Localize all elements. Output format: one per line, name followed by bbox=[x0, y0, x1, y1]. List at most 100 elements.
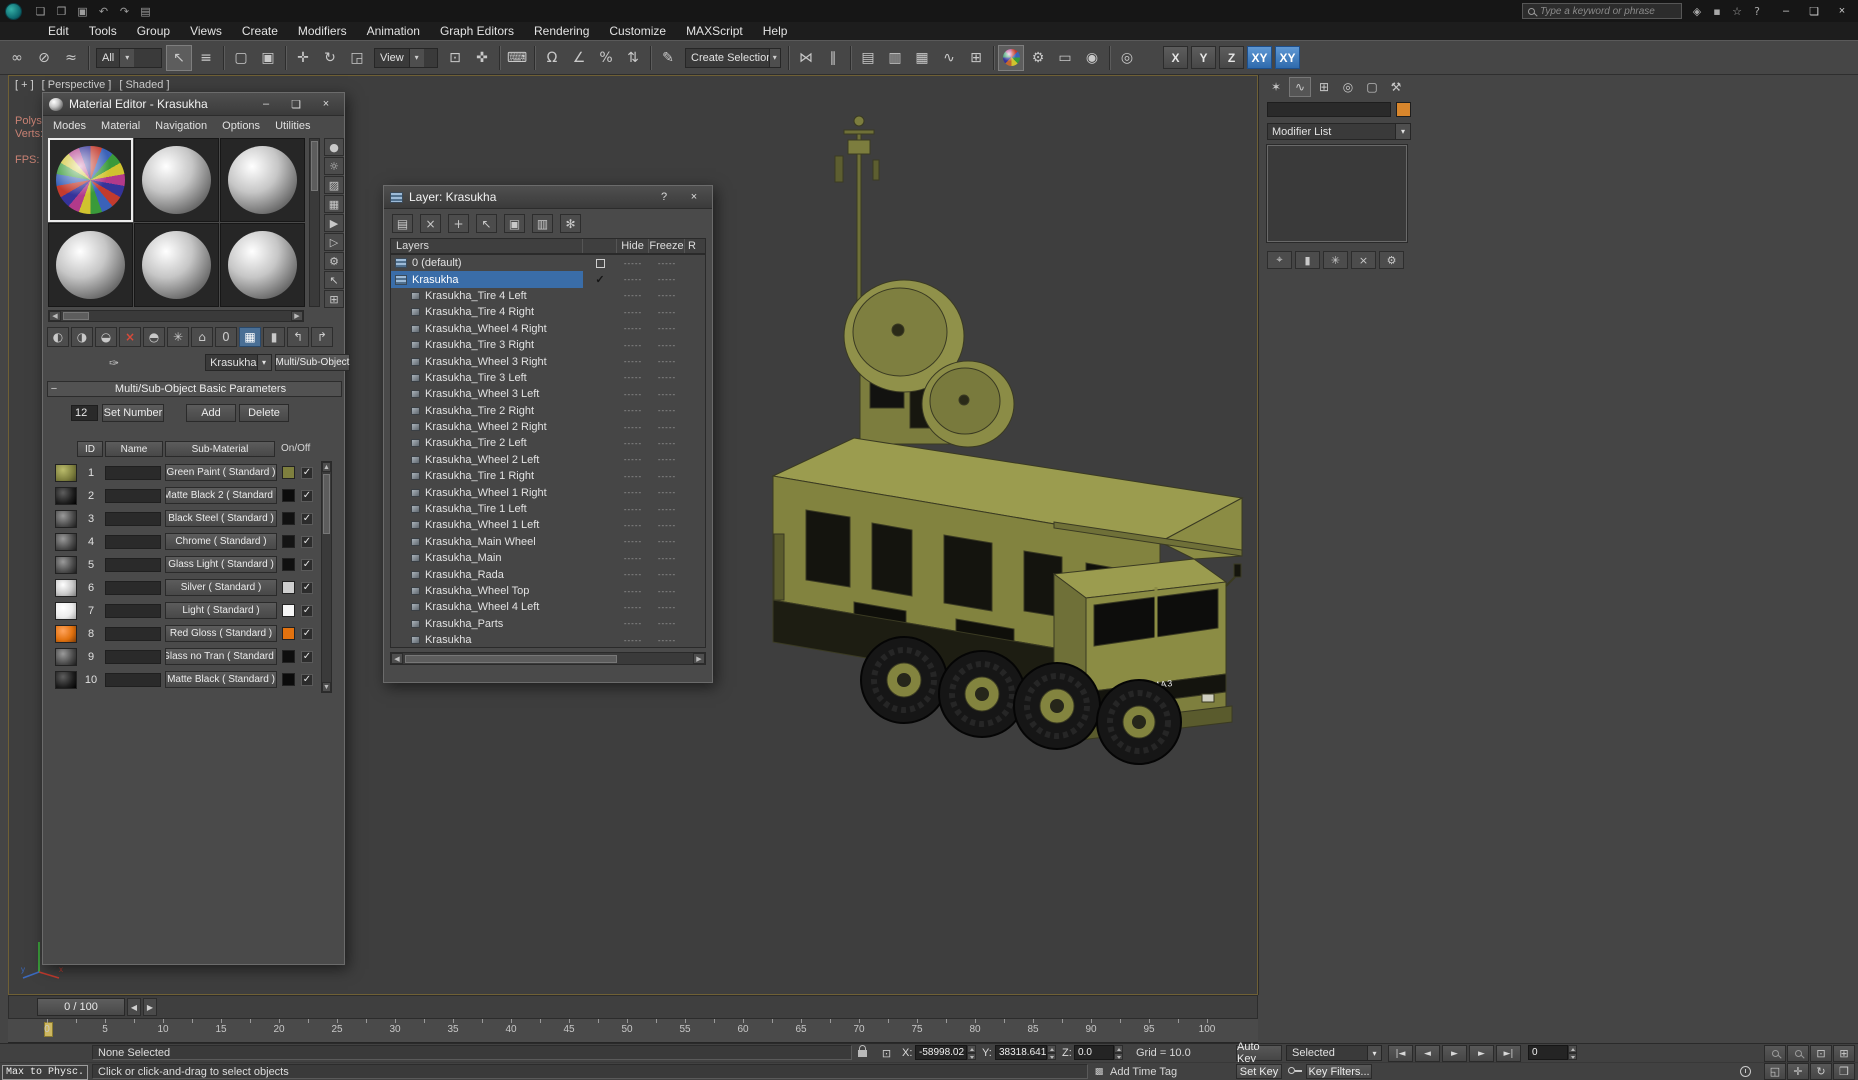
current-layer-indicator[interactable] bbox=[583, 258, 617, 268]
favorites-icon[interactable]: ☆ bbox=[1728, 3, 1746, 19]
close-icon[interactable]: × bbox=[314, 96, 338, 113]
scroll-right-icon[interactable]: ▶ bbox=[693, 653, 705, 664]
communication-center-icon[interactable]: ◈ bbox=[1688, 3, 1706, 19]
sub-material-button[interactable]: Black Steel ( Standard ) bbox=[165, 510, 277, 527]
add-selected-to-layer-icon[interactable]: + bbox=[448, 214, 469, 233]
material-preview-swatch[interactable] bbox=[55, 624, 77, 643]
hide-cell[interactable]: ----- bbox=[617, 423, 649, 432]
rendered-frame-window-icon[interactable]: ▭ bbox=[1052, 45, 1078, 71]
select-object-icon[interactable]: ↖ bbox=[166, 44, 192, 71]
auto-key-button[interactable]: Auto Key bbox=[1236, 1041, 1282, 1065]
layer-dialog-titlebar[interactable]: Layer: Krasukha ? × bbox=[384, 186, 712, 209]
sub-material-name-field[interactable] bbox=[105, 580, 161, 595]
axis-constraint-xy-button[interactable]: XY bbox=[1275, 46, 1300, 69]
layer-list-hscrollbar[interactable]: ◀ ▶ bbox=[390, 652, 706, 665]
open-file-icon[interactable]: ❐ bbox=[52, 3, 71, 20]
layer-row[interactable]: Krasukha_Tire 2 Left ----- ----- bbox=[391, 435, 705, 451]
layer-row-label[interactable]: Krasukha_Main Wheel bbox=[391, 534, 583, 550]
sub-material-enable-checkbox[interactable]: ✓ bbox=[301, 489, 313, 502]
hide-cell[interactable]: ----- bbox=[617, 259, 649, 268]
previous-frame-button[interactable]: ◄ bbox=[1415, 1045, 1440, 1062]
scroll-left-icon[interactable]: ◀ bbox=[49, 311, 61, 321]
show-map-in-viewport-icon[interactable]: ▦ bbox=[239, 327, 261, 347]
layer-row[interactable]: Krasukha ----- ----- bbox=[391, 632, 705, 647]
sub-material-name-field[interactable] bbox=[105, 488, 161, 503]
layer-row-label[interactable]: Krasukha_Tire 2 Left bbox=[391, 435, 583, 451]
sub-material-button[interactable]: Matte Black ( Standard ) bbox=[165, 671, 277, 688]
menu-modifiers[interactable]: Modifiers bbox=[288, 24, 357, 38]
modifier-list-dropdown[interactable]: Modifier List ▾ bbox=[1267, 123, 1411, 140]
hide-cell[interactable]: ----- bbox=[617, 587, 649, 596]
zoom-extents-all-icon[interactable]: ⊞ bbox=[1833, 1045, 1855, 1062]
tab-utilities[interactable]: ⚒ bbox=[1385, 77, 1407, 97]
scroll-thumb[interactable] bbox=[405, 654, 617, 663]
sub-material-color-swatch[interactable] bbox=[282, 466, 295, 479]
hide-cell[interactable]: ----- bbox=[617, 308, 649, 317]
sub-material-button[interactable]: Green Paint ( Standard ) bbox=[165, 464, 277, 481]
make-preview-icon[interactable]: ▷ bbox=[324, 233, 344, 251]
material-preview-swatch[interactable] bbox=[55, 647, 77, 666]
freeze-cell[interactable]: ----- bbox=[649, 603, 685, 612]
me-menu-material[interactable]: Material bbox=[101, 120, 140, 132]
menu-help[interactable]: Help bbox=[753, 24, 798, 38]
freeze-cell[interactable]: ----- bbox=[649, 472, 685, 481]
hide-cell[interactable]: ----- bbox=[617, 488, 649, 497]
material-slot[interactable] bbox=[220, 138, 305, 222]
angle-snap-icon[interactable]: ∠ bbox=[566, 45, 592, 71]
set-key-button[interactable]: Set Key bbox=[1236, 1064, 1282, 1079]
material-preview-swatch[interactable] bbox=[55, 532, 77, 551]
add-time-tag[interactable]: Add Time Tag bbox=[1110, 1066, 1177, 1078]
set-number-button[interactable]: Set Number bbox=[102, 404, 164, 422]
backlight-icon[interactable]: ☼ bbox=[324, 157, 344, 175]
maximize-button[interactable]: ❏ bbox=[1800, 2, 1828, 20]
sub-material-button[interactable]: Glass Light ( Standard ) bbox=[165, 556, 277, 573]
material-slot[interactable] bbox=[134, 223, 219, 307]
pick-material-from-object-icon[interactable]: ✑ bbox=[109, 355, 119, 371]
layer-row-label[interactable]: Krasukha_Wheel 2 Right bbox=[391, 419, 583, 435]
layer-row-label[interactable]: Krasukha_Wheel 4 Left bbox=[391, 599, 583, 615]
hide-cell[interactable]: ----- bbox=[617, 439, 649, 448]
freeze-cell[interactable]: ----- bbox=[649, 570, 685, 579]
time-configuration-button[interactable] bbox=[1740, 1066, 1751, 1077]
frame-spinner[interactable] bbox=[1568, 1045, 1577, 1060]
put-material-icon[interactable]: ◑ bbox=[71, 327, 93, 347]
layer-row-label[interactable]: Krasukha_Wheel Top bbox=[391, 583, 583, 599]
curve-editor-icon[interactable]: ∿ bbox=[936, 45, 962, 71]
zoom-region-icon[interactable]: ◱ bbox=[1764, 1063, 1786, 1080]
sub-material-button[interactable]: Silver ( Standard ) bbox=[165, 579, 277, 596]
layer-row-label[interactable]: Krasukha_Tire 3 Left bbox=[391, 370, 583, 386]
material-type-button[interactable]: Multi/Sub-Object bbox=[274, 354, 351, 371]
scroll-down-icon[interactable]: ▼ bbox=[322, 682, 331, 692]
remove-modifier-icon[interactable]: × bbox=[1351, 251, 1376, 269]
sub-material-color-swatch[interactable] bbox=[282, 512, 295, 525]
configure-modifier-sets-icon[interactable]: ⚙ bbox=[1379, 251, 1404, 269]
make-unique-icon[interactable]: ✳ bbox=[1323, 251, 1348, 269]
snap-toggle-3d-icon[interactable]: Ω bbox=[539, 45, 565, 71]
sub-material-color-swatch[interactable] bbox=[282, 604, 295, 617]
go-to-start-button[interactable]: |◄ bbox=[1388, 1045, 1413, 1062]
hide-cell[interactable]: ----- bbox=[617, 275, 649, 284]
column-header-name[interactable]: Name bbox=[105, 441, 163, 457]
layer-row[interactable]: Krasukha_Wheel 1 Right ----- ----- bbox=[391, 484, 705, 500]
sub-material-button[interactable]: Chrome ( Standard ) bbox=[165, 533, 277, 550]
menu-maxscript[interactable]: MAXScript bbox=[676, 24, 753, 38]
selection-filter-dropdown[interactable]: All ▾ bbox=[96, 47, 162, 68]
freeze-cell[interactable]: ----- bbox=[649, 341, 685, 350]
freeze-cell[interactable]: ----- bbox=[649, 554, 685, 563]
bind-to-space-warp-icon[interactable]: ≈ bbox=[58, 45, 84, 71]
assign-material-to-selection-icon[interactable]: ◒ bbox=[95, 327, 117, 347]
maxscript-mini-listener-button[interactable]: Max to Physc. bbox=[2, 1065, 88, 1080]
make-material-copy-icon[interactable]: ◓ bbox=[143, 327, 165, 347]
tab-create[interactable]: ✶ bbox=[1265, 77, 1287, 97]
sub-material-enable-checkbox[interactable]: ✓ bbox=[301, 627, 313, 640]
material-preview-swatch[interactable] bbox=[55, 509, 77, 528]
column-header-hide[interactable]: Hide bbox=[617, 239, 649, 253]
toggle-scene-explorer-icon[interactable]: ▤ bbox=[855, 45, 881, 71]
hide-cell[interactable]: ----- bbox=[617, 505, 649, 514]
project-folder-icon[interactable]: ▤ bbox=[136, 3, 155, 20]
freeze-cell[interactable]: ----- bbox=[649, 373, 685, 382]
layer-row-label[interactable]: Krasukha_Wheel 1 Left bbox=[391, 517, 583, 533]
sample-slots-scrollbar[interactable] bbox=[309, 138, 320, 307]
unlink-selection-icon[interactable]: ⊘ bbox=[31, 45, 57, 71]
show-end-result-icon[interactable]: ▮ bbox=[263, 327, 285, 347]
